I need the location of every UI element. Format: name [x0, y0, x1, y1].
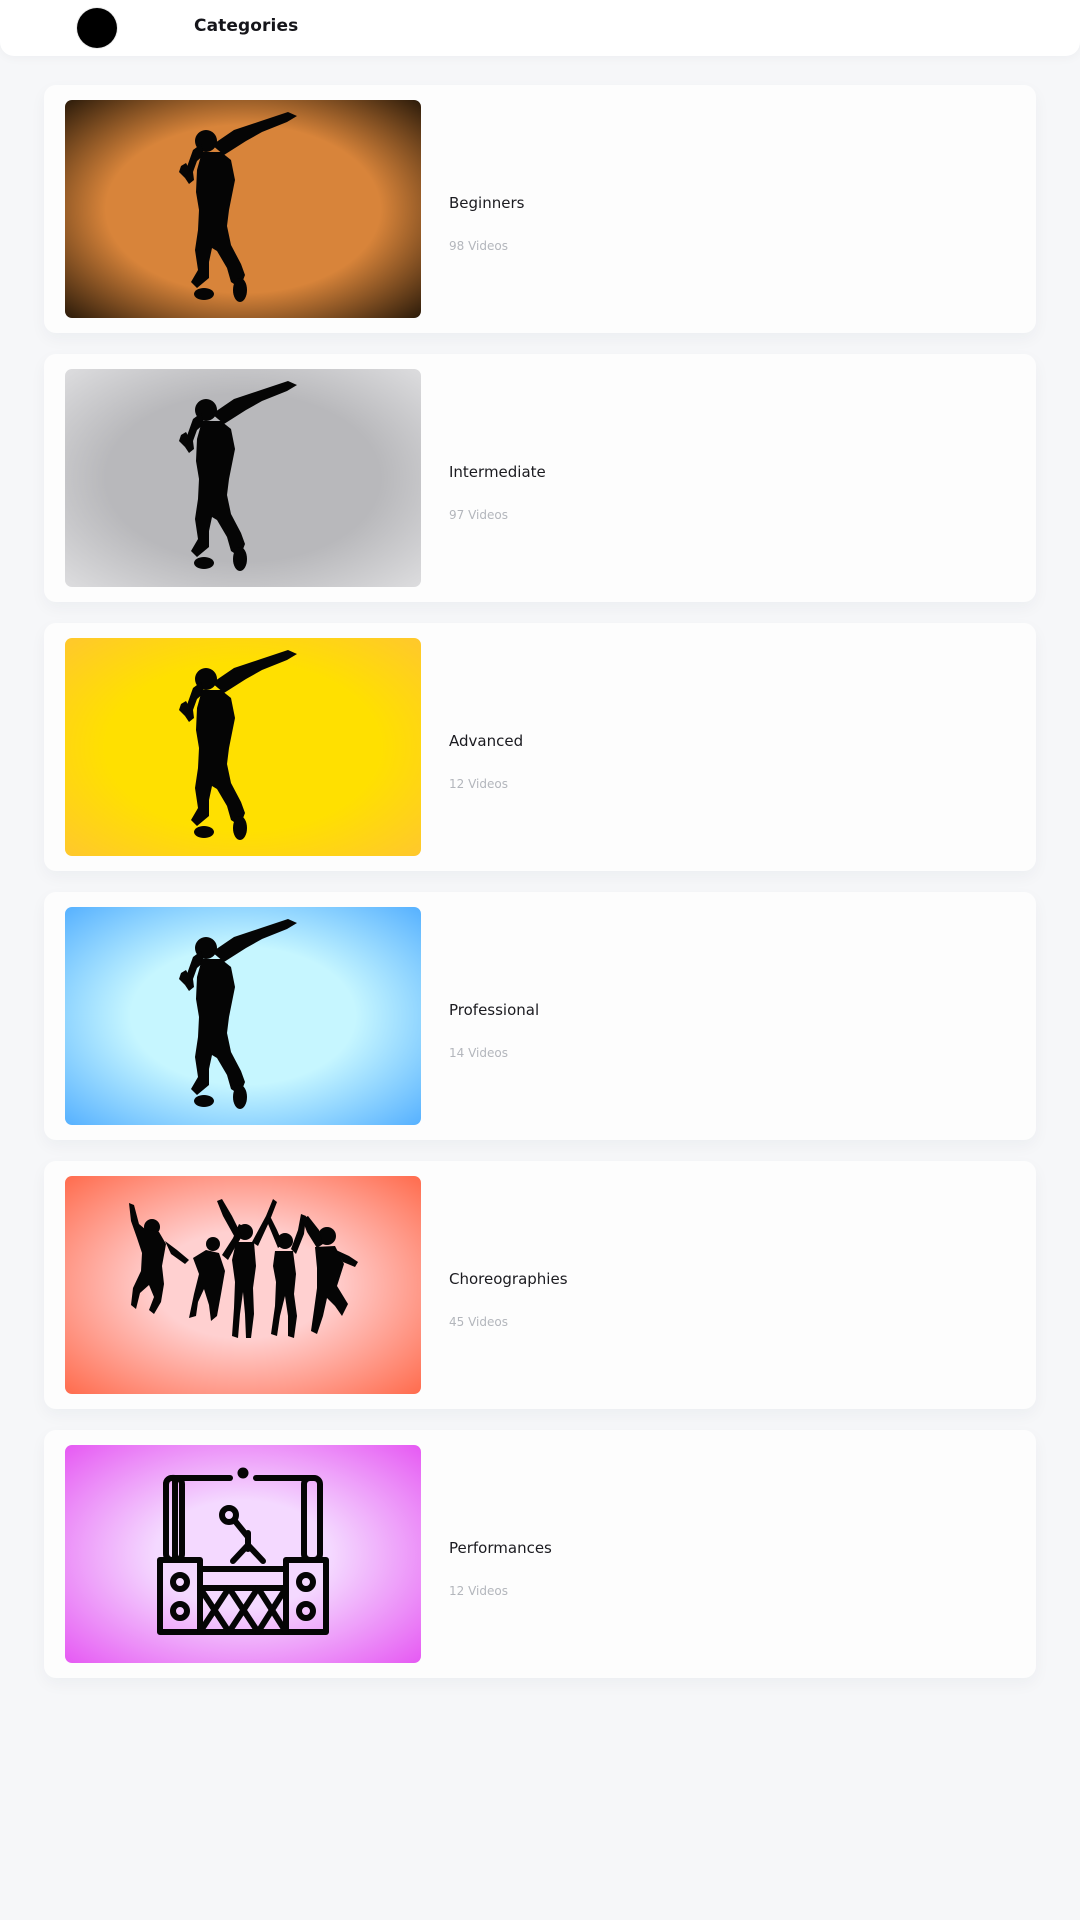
category-title: Advanced [449, 732, 524, 750]
app-header: Categories [0, 0, 1080, 56]
category-thumbnail [65, 907, 421, 1125]
solo-dancer-silhouette-icon [65, 100, 421, 318]
category-thumbnail [65, 1176, 421, 1394]
video-count: 14 Videos [449, 1046, 508, 1060]
solo-dancer-silhouette-icon [65, 907, 421, 1125]
category-thumbnail [65, 638, 421, 856]
category-thumbnail [65, 1445, 421, 1663]
category-thumbnail [65, 369, 421, 587]
category-card-advanced[interactable]: Advanced 12 Videos [44, 623, 1036, 871]
page-title: Categories [194, 16, 299, 36]
category-card-professional[interactable]: Professional 14 Videos [44, 892, 1036, 1140]
video-count: 97 Videos [449, 508, 508, 522]
solo-dancer-silhouette-icon [65, 369, 421, 587]
category-title: Beginners [449, 194, 525, 212]
video-count: 45 Videos [449, 1315, 508, 1329]
stage-performance-icon [65, 1445, 421, 1663]
video-count: 12 Videos [449, 1584, 508, 1598]
category-title: Performances [449, 1539, 552, 1557]
category-list: Beginners 98 Videos Intermediate 97 Vide… [44, 85, 1036, 1699]
category-title: Choreographies [449, 1270, 568, 1288]
category-title: Professional [449, 1001, 540, 1019]
category-card-choreographies[interactable]: Choreographies 45 Videos [44, 1161, 1036, 1409]
dance-group-silhouette-icon [65, 1176, 421, 1394]
video-count: 98 Videos [449, 239, 508, 253]
category-thumbnail [65, 100, 421, 318]
category-card-beginners[interactable]: Beginners 98 Videos [44, 85, 1036, 333]
category-title: Intermediate [449, 463, 546, 481]
video-count: 12 Videos [449, 777, 508, 791]
category-card-intermediate[interactable]: Intermediate 97 Videos [44, 354, 1036, 602]
category-card-performances[interactable]: Performances 12 Videos [44, 1430, 1036, 1678]
solo-dancer-silhouette-icon [65, 638, 421, 856]
profile-avatar[interactable] [77, 8, 117, 48]
